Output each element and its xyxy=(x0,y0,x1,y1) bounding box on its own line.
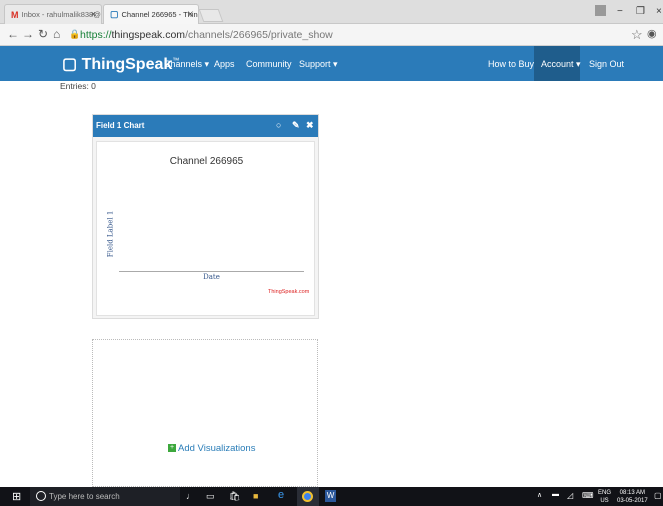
close-tab-icon[interactable]: × xyxy=(91,9,96,19)
url-path: /channels/266965/private_show xyxy=(185,29,333,41)
clock[interactable]: 08:13 AM 03-05-2017 xyxy=(617,489,648,505)
add-visualizations-link[interactable]: + Add Visualizations xyxy=(168,443,255,454)
chrome-taskbar-active[interactable] xyxy=(297,487,319,506)
language-indicator[interactable]: ENG US xyxy=(598,489,611,505)
taskbar-search[interactable]: Type here to search xyxy=(30,487,180,506)
browser-tab-strip: M Inbox - rahulmalik838@g × ▢ Channel 26… xyxy=(0,0,663,24)
battery-icon[interactable]: ▬ xyxy=(552,491,559,498)
minimize-icon[interactable]: − xyxy=(617,6,623,17)
tab-gmail-inbox[interactable]: M Inbox - rahulmalik838@g × xyxy=(4,4,102,24)
cortana-icon xyxy=(36,491,46,501)
gmail-icon: M xyxy=(11,9,19,20)
word-icon[interactable]: W xyxy=(325,490,336,502)
url-host: thingspeak.com xyxy=(111,29,186,41)
nav-sign-out[interactable]: Sign Out xyxy=(589,59,624,69)
add-visualizations-panel: + Add Visualizations xyxy=(92,339,318,487)
nav-community[interactable]: Community xyxy=(246,59,292,69)
site-header: ▢ ThingSpeak™ Channels ▾ Apps Community … xyxy=(0,46,663,81)
tab-thingspeak-channel[interactable]: ▢ Channel 266965 - ThingS × xyxy=(103,4,199,24)
logo-icon: ▢ xyxy=(62,56,78,73)
reload-icon[interactable]: ↻ xyxy=(38,27,48,41)
nav-support[interactable]: Support ▾ xyxy=(299,59,338,70)
x-axis-line xyxy=(119,271,304,272)
extension-icon[interactable]: ◉ xyxy=(647,27,657,40)
url-field[interactable]: https://thingspeak.com/channels/266965/p… xyxy=(80,29,333,41)
store-icon[interactable]: 🛍 xyxy=(229,491,240,502)
close-tab-icon[interactable]: × xyxy=(188,9,193,19)
forward-icon[interactable]: → xyxy=(22,27,34,41)
edit-pencil-icon[interactable]: ✎ xyxy=(292,120,300,131)
chart-title: Channel 266965 xyxy=(169,156,244,167)
comment-icon[interactable]: ○ xyxy=(276,120,281,130)
nav-channels[interactable]: Channels ▾ xyxy=(164,59,209,70)
add-visualizations-label: Add Visualizations xyxy=(178,443,256,454)
edge-icon[interactable]: e xyxy=(278,489,284,501)
close-icon[interactable]: ✖ xyxy=(306,120,314,131)
task-view-icon[interactable]: ▭ xyxy=(206,491,215,502)
windows-taskbar: ⊞ Type here to search ♩ ▭ 🛍 ■ e W ∧ ▬ ◿ … xyxy=(0,487,663,506)
nav-account[interactable]: Account ▾ xyxy=(541,59,581,70)
keyboard-icon[interactable]: ⌨ xyxy=(582,491,594,500)
thingspeak-icon: ▢ xyxy=(110,9,119,19)
file-explorer-icon[interactable]: ■ xyxy=(253,491,258,501)
microphone-icon[interactable]: ♩ xyxy=(186,491,195,501)
url-protocol: https:// xyxy=(80,29,112,41)
brand-name: ThingSpeak xyxy=(81,56,173,73)
bookmark-star-icon[interactable]: ☆ xyxy=(631,27,643,43)
chart-area: Channel 266965 Field Label 1 Date ThingS… xyxy=(96,141,315,316)
back-icon[interactable]: ← xyxy=(7,27,19,41)
user-profile-icon[interactable] xyxy=(595,5,606,16)
home-icon[interactable]: ⌂ xyxy=(53,27,60,41)
clock-date: 03-05-2017 xyxy=(617,498,648,504)
widget-header: Field 1 Chart ○ ✎ ✖ xyxy=(93,115,318,137)
chart-credit-link[interactable]: ThingSpeak.com xyxy=(268,289,309,295)
nav-apps[interactable]: Apps xyxy=(214,59,235,69)
x-axis-label: Date xyxy=(203,273,220,281)
widget-title: Field 1 Chart xyxy=(96,121,145,130)
chrome-icon xyxy=(302,491,313,502)
language-code: ENG xyxy=(598,490,612,496)
network-icon[interactable]: ◿ xyxy=(567,491,573,500)
entries-count: Entries: 0 xyxy=(60,81,96,91)
region-code: US xyxy=(600,498,609,504)
field-1-chart-widget: Field 1 Chart ○ ✎ ✖ Channel 266965 Field… xyxy=(92,114,319,319)
windows-start-icon[interactable]: ⊞ xyxy=(12,490,21,503)
address-bar: ← → ↻ ⌂ 🔒 https://thingspeak.com/channel… xyxy=(0,24,663,46)
clock-time: 08:13 AM xyxy=(619,490,646,496)
y-axis-label: Field Label 1 xyxy=(106,210,115,258)
close-window-icon[interactable]: × xyxy=(656,6,662,17)
restore-icon[interactable]: ❐ xyxy=(636,6,645,17)
plus-icon: + xyxy=(168,444,176,453)
notifications-icon[interactable]: ▢ xyxy=(654,491,662,500)
lock-icon: 🔒 xyxy=(69,29,81,39)
tray-chevron-icon[interactable]: ∧ xyxy=(537,491,542,499)
nav-how-to-buy[interactable]: How to Buy xyxy=(488,59,534,69)
new-tab-button[interactable] xyxy=(198,9,224,22)
search-placeholder: Type here to search xyxy=(49,492,120,501)
thingspeak-logo[interactable]: ▢ ThingSpeak™ xyxy=(62,54,179,74)
